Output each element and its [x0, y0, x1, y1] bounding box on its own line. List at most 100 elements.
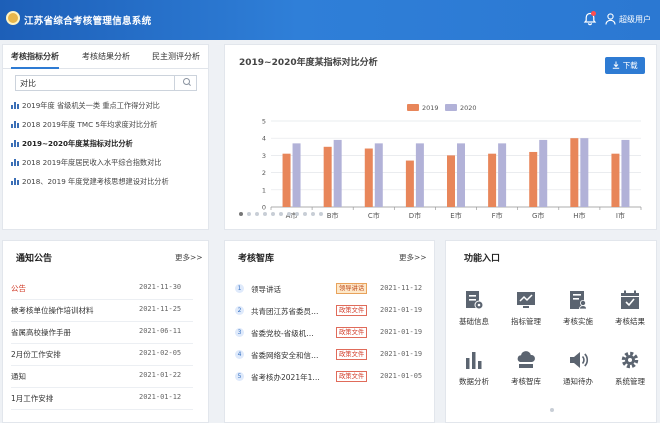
- calendar-check-icon: [621, 290, 639, 309]
- analysis-item-selected[interactable]: 2019~2020年度某指标对比分析: [11, 138, 133, 150]
- bar-2019: [364, 148, 373, 207]
- search-icon: [183, 78, 191, 86]
- notice-row[interactable]: 1月工作安排 2021-01-12: [11, 388, 193, 410]
- search-box: [15, 75, 197, 91]
- bar-2019: [488, 153, 497, 207]
- library-row[interactable]: 4 省委网络安全和信… 政策文件 2021-01-19: [235, 345, 425, 367]
- library-row[interactable]: 3 省委党校-省级机… 政策文件 2021-01-19: [235, 323, 425, 345]
- function-panel: 功能入口 基础信息 指标管理 考核实施 考核结果 数据分析 考核智库 通知待办 …: [445, 240, 657, 423]
- user-icon[interactable]: [605, 13, 616, 25]
- user-name[interactable]: 超级用户: [619, 14, 651, 25]
- carousel-dot[interactable]: [295, 212, 299, 216]
- tab-democratic-analysis[interactable]: 民主测评分析: [152, 45, 200, 69]
- carousel-dot[interactable]: [311, 212, 315, 216]
- tab-result-analysis[interactable]: 考核结果分析: [82, 45, 130, 69]
- func-system-mgmt[interactable]: 系统管理: [606, 349, 654, 401]
- search-input[interactable]: [20, 77, 170, 89]
- func-notice-todo[interactable]: 通知待办: [554, 349, 602, 401]
- notice-more-link[interactable]: 更多>>: [175, 252, 203, 263]
- bar-2020: [498, 143, 507, 207]
- carousel-dot[interactable]: [247, 212, 251, 216]
- notice-row[interactable]: 被考核单位操作培训材料 2021-11-25: [11, 300, 193, 322]
- library-panel: 考核智库 更多>> 1 领导讲话 领导讲话 2021-11-12 2 共青团江苏…: [224, 240, 435, 423]
- y-tick-label: 3: [262, 152, 266, 160]
- carousel-dot[interactable]: [255, 212, 259, 216]
- func-data-analysis[interactable]: 数据分析: [450, 349, 498, 401]
- notice-row[interactable]: 公告 2021-11-30: [11, 278, 193, 300]
- bar-2020: [580, 138, 589, 207]
- library-title: 考核智库: [238, 254, 275, 264]
- notice-row[interactable]: 2月份工作安排 2021-02-05: [11, 344, 193, 366]
- analysis-item[interactable]: 2018、2019 年度党建考核思想建设对比分析: [11, 176, 169, 188]
- function-title: 功能入口: [464, 254, 501, 264]
- func-assessment-library[interactable]: 考核智库: [502, 349, 550, 401]
- func-indicator-mgmt[interactable]: 指标管理: [502, 289, 550, 341]
- x-tick-label: C市: [368, 211, 380, 220]
- notification-dot: [591, 11, 596, 16]
- x-tick-label: I市: [616, 211, 625, 220]
- category-tag: 领导讲话: [336, 283, 368, 294]
- carousel-dot[interactable]: [239, 212, 243, 216]
- top-header: 江苏省综合考核管理信息系统 超级用户: [0, 0, 660, 40]
- chart-monitor-icon: [517, 292, 535, 308]
- x-tick-label: G市: [532, 211, 544, 220]
- carousel-dot[interactable]: [279, 212, 283, 216]
- chart-panel: 2019~2020年度某指标对比分析 下载 0 1 2 3 4 5 A市 B市 C市 D市 E市 F市…: [224, 44, 657, 230]
- download-button[interactable]: 下载: [605, 57, 645, 74]
- download-icon: [613, 61, 620, 69]
- bar-chart: 012345A市 B市 C市 D市 E市 F市 G市 H市 I市2019 2020: [262, 104, 642, 220]
- bar-2019: [323, 146, 332, 207]
- bar-2020: [539, 139, 548, 207]
- person-document-icon: [570, 291, 587, 310]
- document-gear-icon: [466, 291, 484, 310]
- bar-chart-icon: [11, 159, 19, 166]
- y-tick-label: 2: [262, 169, 266, 177]
- library-row[interactable]: 2 共青团江苏省委员… 政策文件 2021-01-19: [235, 301, 425, 323]
- carousel-dot[interactable]: [271, 212, 275, 216]
- carousel-dot[interactable]: [550, 408, 554, 412]
- bar-2020: [621, 139, 630, 207]
- notice-row[interactable]: 通知 2021-01-22: [11, 366, 193, 388]
- category-tag: 政策文件: [336, 349, 368, 360]
- func-assessment-result[interactable]: 考核结果: [606, 289, 654, 341]
- library-row[interactable]: 5 省考核办2021年1… 政策文件 2021-01-05: [235, 367, 425, 389]
- bar-2020: [374, 143, 383, 207]
- y-tick-label: 1: [262, 186, 266, 194]
- func-basic-info[interactable]: 基础信息: [450, 289, 498, 341]
- analysis-item[interactable]: 2019年度 省级机关一类 重点工作得分对比: [11, 100, 160, 112]
- row-number: 3: [235, 328, 244, 337]
- tab-indicator-analysis[interactable]: 考核指标分析: [11, 45, 59, 69]
- carousel-dot[interactable]: [263, 212, 267, 216]
- analysis-item[interactable]: 2018 2019年度居民收入水平综合指数对比: [11, 157, 162, 169]
- legend-label: 2019: [422, 104, 439, 112]
- analysis-item[interactable]: 2018 2019年度 TMC 5年均求度对比分析: [11, 119, 158, 131]
- notice-title: 通知公告: [16, 254, 53, 264]
- bar-chart-icon: [11, 102, 19, 109]
- x-tick-label: D市: [409, 211, 421, 220]
- system-title: 江苏省综合考核管理信息系统: [24, 16, 152, 27]
- library-more-link[interactable]: 更多>>: [399, 252, 427, 263]
- notice-row[interactable]: 省属高校操作手册 2021-06-11: [11, 322, 193, 344]
- library-row[interactable]: 1 领导讲话 领导讲话 2021-11-12: [235, 279, 425, 301]
- x-tick-label: E市: [450, 211, 461, 220]
- bar-2020: [415, 143, 424, 207]
- bar-chart-icon: [11, 121, 19, 128]
- y-tick-label: 0: [262, 204, 266, 212]
- bar-2019: [611, 153, 620, 207]
- bar-chart-icon: [11, 140, 19, 147]
- row-number: 4: [235, 350, 244, 359]
- y-tick-label: 4: [262, 135, 266, 143]
- bar-chart-icon: [11, 178, 19, 185]
- analysis-tabs: 考核指标分析 考核结果分析 民主测评分析: [3, 45, 208, 69]
- bar-2020: [333, 139, 342, 207]
- legend-swatch: [445, 104, 457, 111]
- search-button[interactable]: [174, 75, 198, 91]
- category-tag: 政策文件: [336, 305, 368, 316]
- func-assessment-impl[interactable]: 考核实施: [554, 289, 602, 341]
- legend-label: 2020: [460, 104, 477, 112]
- carousel-dot[interactable]: [287, 212, 291, 216]
- carousel-dot[interactable]: [303, 212, 307, 216]
- legend-swatch: [407, 104, 419, 111]
- carousel-dot[interactable]: [319, 212, 323, 216]
- category-tag: 政策文件: [336, 371, 368, 382]
